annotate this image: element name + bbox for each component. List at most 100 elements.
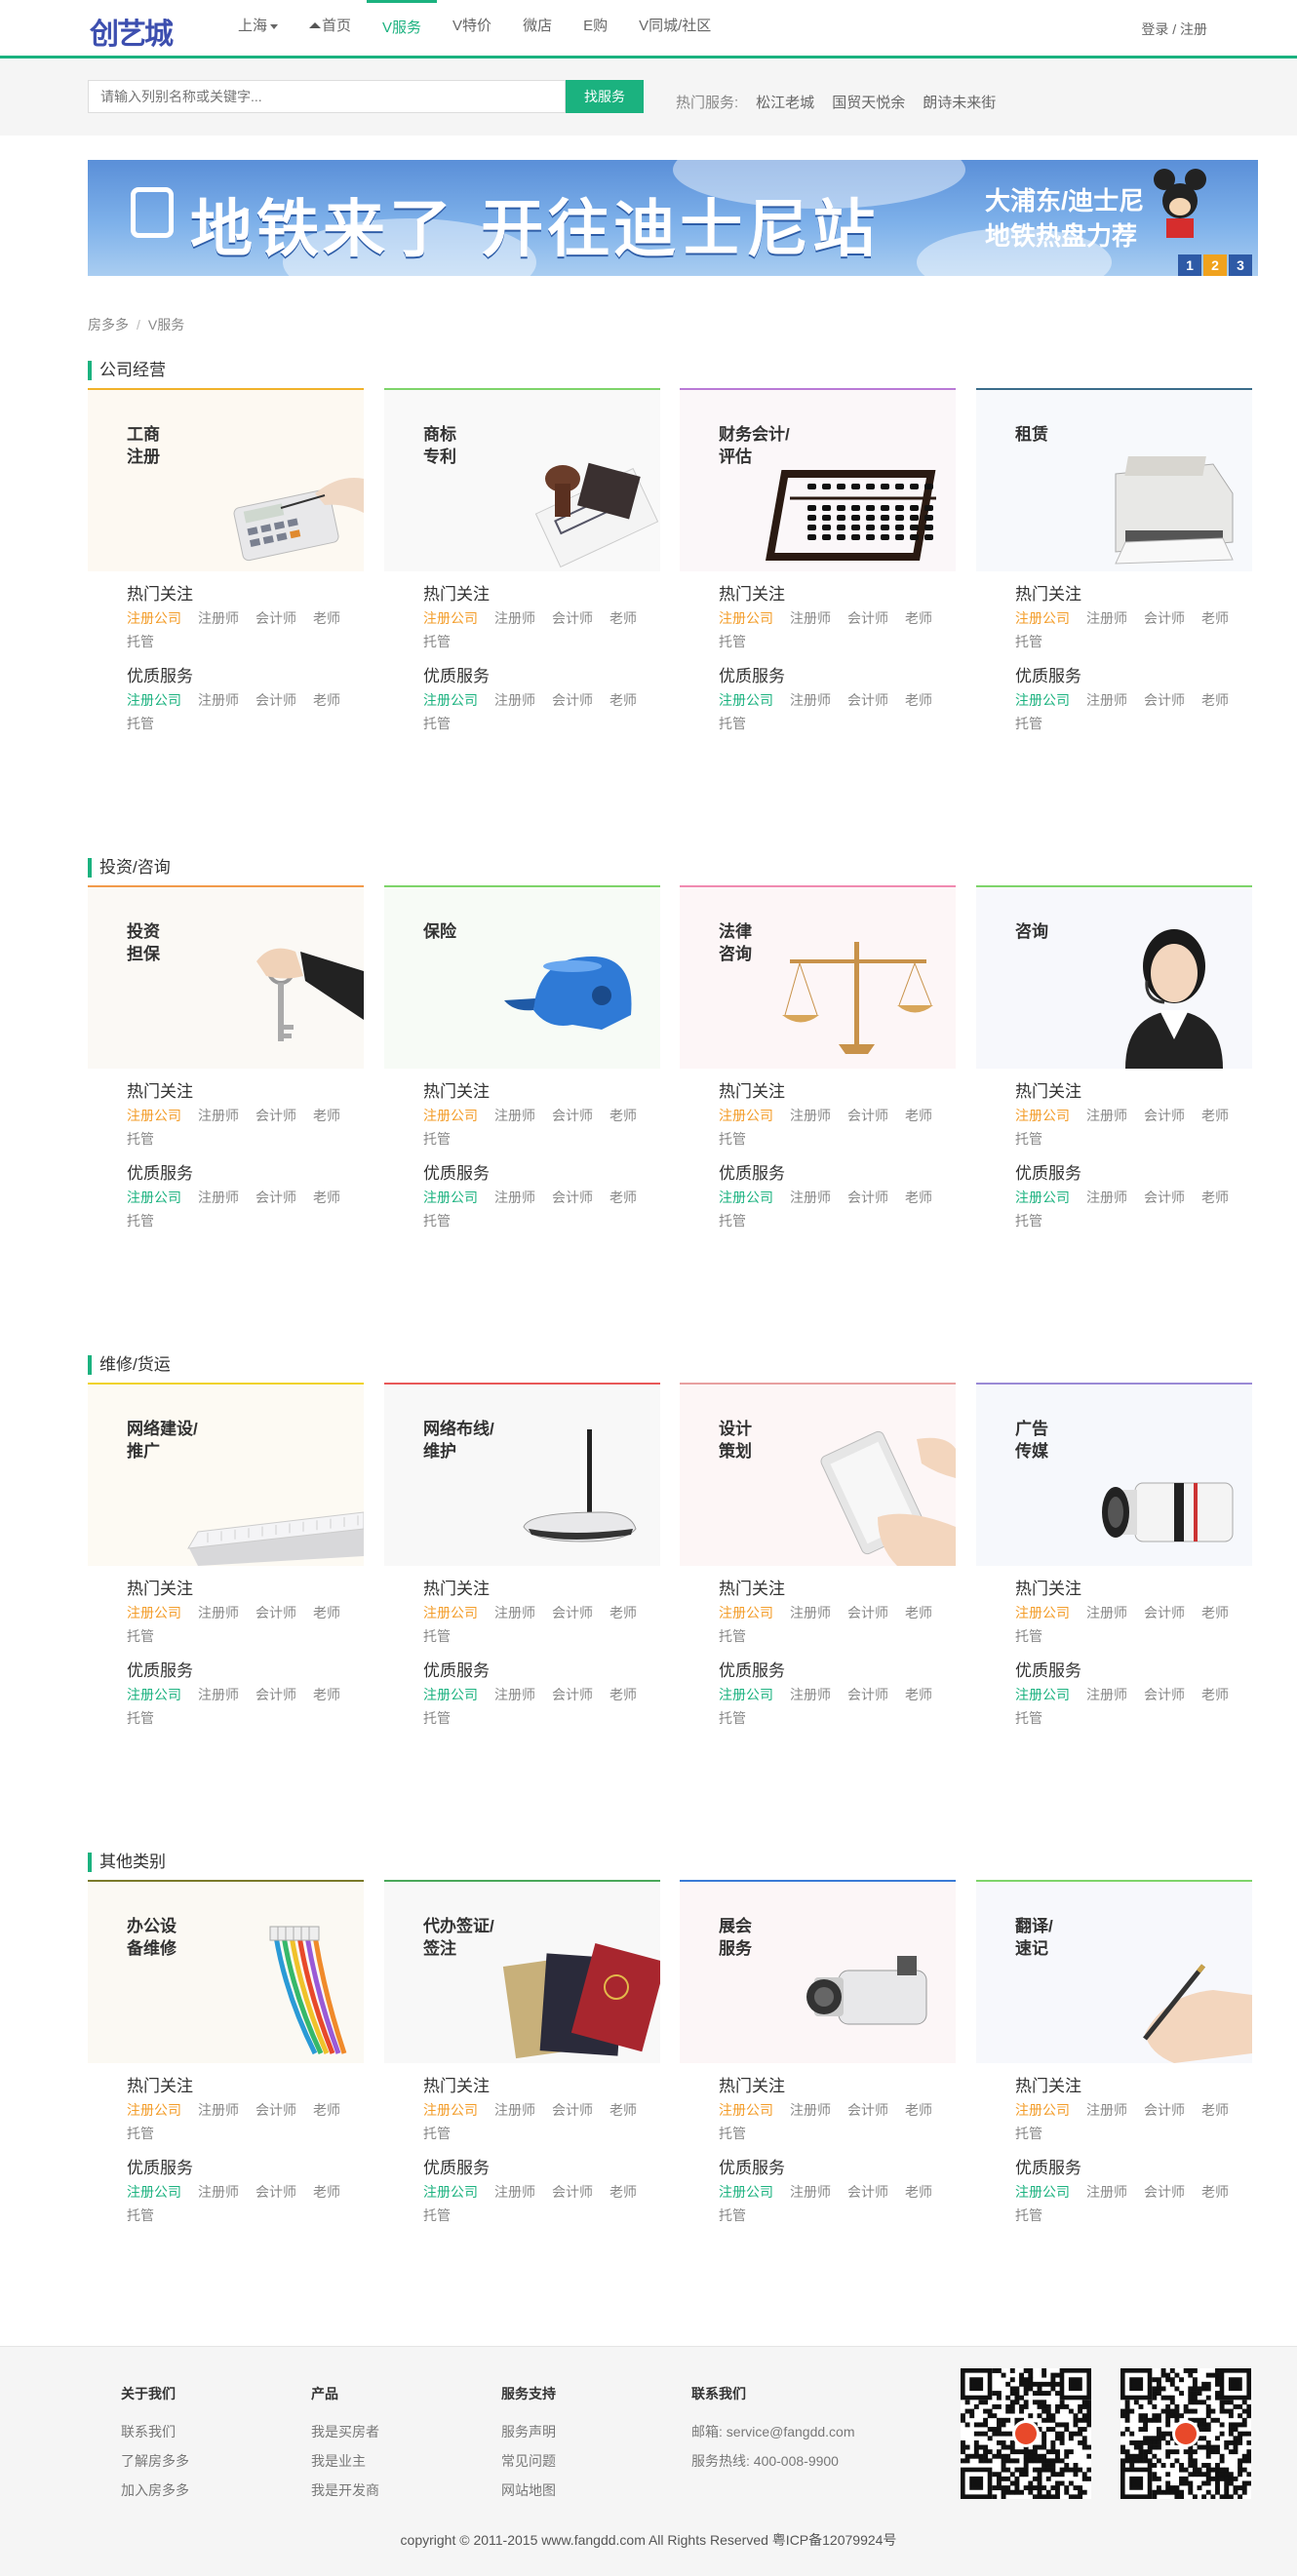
service-tag-link[interactable]: 注册公司 <box>127 1186 181 1209</box>
service-tag-link[interactable]: 注册师 <box>198 1104 239 1127</box>
service-tag-link[interactable]: 老师 <box>609 1683 637 1706</box>
service-tag-link[interactable]: 老师 <box>905 2098 932 2122</box>
service-tag-link[interactable]: 托管 <box>423 712 451 735</box>
service-tag-link[interactable]: 注册公司 <box>719 1186 773 1209</box>
service-tag-link[interactable]: 老师 <box>1201 1186 1229 1209</box>
service-tag-link[interactable]: 老师 <box>609 688 637 712</box>
service-tag-link[interactable]: 注册师 <box>790 1104 831 1127</box>
service-tag-link[interactable]: 托管 <box>1015 630 1042 653</box>
service-tag-link[interactable]: 会计师 <box>1144 688 1185 712</box>
service-tag-link[interactable]: 托管 <box>1015 2204 1042 2227</box>
service-tag-link[interactable]: 托管 <box>423 1127 451 1151</box>
service-tag-link[interactable]: 托管 <box>127 1127 154 1151</box>
service-tag-link[interactable]: 注册师 <box>1086 2180 1127 2204</box>
service-tag-link[interactable]: 会计师 <box>552 1683 593 1706</box>
service-tag-link[interactable]: 老师 <box>609 2098 637 2122</box>
service-tag-link[interactable]: 会计师 <box>847 2098 888 2122</box>
service-tag-link[interactable]: 注册公司 <box>1015 2180 1070 2204</box>
service-tag-link[interactable]: 托管 <box>127 1209 154 1232</box>
service-card[interactable]: 展会 服务 热门关注 注册公司 注册师 会计师 老师托管 优质服务 注册公司 注册师 会计师 老师托… <box>680 1880 956 2227</box>
banner-page[interactable]: 2 <box>1203 254 1227 276</box>
footer-link[interactable]: 网站地图 <box>501 2476 556 2505</box>
service-tag-link[interactable]: 注册公司 <box>423 688 478 712</box>
service-tag-link[interactable]: 注册公司 <box>1015 1683 1070 1706</box>
service-tag-link[interactable]: 托管 <box>1015 1706 1042 1730</box>
service-tag-link[interactable]: 会计师 <box>255 688 296 712</box>
hot-link[interactable]: 松江老城 <box>756 92 814 112</box>
service-tag-link[interactable]: 老师 <box>609 1104 637 1127</box>
service-tag-link[interactable]: 托管 <box>127 1624 154 1648</box>
banner-page[interactable]: 3 <box>1229 254 1252 276</box>
service-tag-link[interactable]: 注册公司 <box>1015 2098 1070 2122</box>
service-tag-link[interactable]: 会计师 <box>1144 1104 1185 1127</box>
service-tag-link[interactable]: 注册公司 <box>127 606 181 630</box>
service-tag-link[interactable]: 老师 <box>609 2180 637 2204</box>
service-tag-link[interactable]: 注册师 <box>1086 606 1127 630</box>
service-tag-link[interactable]: 会计师 <box>255 1186 296 1209</box>
service-tag-link[interactable]: 老师 <box>609 1601 637 1624</box>
service-tag-link[interactable]: 注册师 <box>494 2098 535 2122</box>
footer-link[interactable]: 服务声明 <box>501 2417 556 2446</box>
service-tag-link[interactable]: 注册师 <box>198 1683 239 1706</box>
service-tag-link[interactable]: 老师 <box>1201 1601 1229 1624</box>
service-tag-link[interactable]: 注册师 <box>1086 1683 1127 1706</box>
service-tag-link[interactable]: 注册公司 <box>719 2098 773 2122</box>
service-tag-link[interactable]: 会计师 <box>552 2098 593 2122</box>
service-tag-link[interactable]: 会计师 <box>255 2180 296 2204</box>
service-tag-link[interactable]: 会计师 <box>552 1601 593 1624</box>
service-tag-link[interactable]: 注册公司 <box>1015 1601 1070 1624</box>
service-card-image[interactable]: 工商 注册 <box>88 388 364 571</box>
service-tag-link[interactable]: 会计师 <box>255 1683 296 1706</box>
nav-community[interactable]: V同城/社区 <box>623 0 727 56</box>
login-register-link[interactable]: 登录 / 注册 <box>1141 20 1207 39</box>
service-tag-link[interactable]: 老师 <box>905 1601 932 1624</box>
service-tag-link[interactable]: 会计师 <box>255 1601 296 1624</box>
service-tag-link[interactable]: 注册公司 <box>1015 688 1070 712</box>
service-card[interactable]: 翻译/ 速记 热门关注 注册公司 注册师 会计师 老师托管 优质服务 注册公司 注册师 会计师 老师… <box>976 1880 1252 2227</box>
service-tag-link[interactable]: 托管 <box>423 630 451 653</box>
service-tag-link[interactable]: 会计师 <box>1144 1601 1185 1624</box>
service-tag-link[interactable]: 会计师 <box>255 2098 296 2122</box>
service-card-image[interactable]: 设计 策划 <box>680 1383 956 1566</box>
service-tag-link[interactable]: 注册师 <box>494 1186 535 1209</box>
service-tag-link[interactable]: 注册公司 <box>1015 1104 1070 1127</box>
service-tag-link[interactable]: 会计师 <box>847 2180 888 2204</box>
service-tag-link[interactable]: 会计师 <box>552 606 593 630</box>
service-tag-link[interactable]: 老师 <box>313 2180 340 2204</box>
service-tag-link[interactable]: 注册师 <box>1086 1104 1127 1127</box>
service-card[interactable]: 投资 担保 热门关注 注册公司 注册师 会计师 老师托管 优质服务 注册公司 注册师 会计师 老师托… <box>88 885 364 1232</box>
service-tag-link[interactable]: 老师 <box>313 1601 340 1624</box>
service-tag-link[interactable]: 注册师 <box>494 2180 535 2204</box>
hot-link[interactable]: 朗诗未来街 <box>923 92 996 112</box>
service-card-image[interactable]: 法律 咨询 <box>680 885 956 1069</box>
service-tag-link[interactable]: 会计师 <box>255 606 296 630</box>
nav-e-buy[interactable]: E购 <box>568 0 623 56</box>
service-tag-link[interactable]: 注册公司 <box>719 1601 773 1624</box>
breadcrumb-home[interactable]: 房多多 <box>88 317 129 332</box>
service-tag-link[interactable]: 注册师 <box>790 606 831 630</box>
service-tag-link[interactable]: 会计师 <box>1144 2180 1185 2204</box>
footer-link[interactable]: 我是买房者 <box>311 2417 379 2446</box>
service-tag-link[interactable]: 托管 <box>1015 1209 1042 1232</box>
service-tag-link[interactable]: 老师 <box>905 2180 932 2204</box>
service-card-image[interactable]: 广告 传媒 <box>976 1383 1252 1566</box>
service-card[interactable]: 保险 热门关注 注册公司 注册师 会计师 老师托管 优质服务 注册公司 注册师 会计师 老师托管 <box>384 885 660 1232</box>
service-tag-link[interactable]: 托管 <box>719 1127 746 1151</box>
service-tag-link[interactable]: 注册公司 <box>423 1104 478 1127</box>
service-tag-link[interactable]: 注册公司 <box>423 606 478 630</box>
service-tag-link[interactable]: 会计师 <box>847 688 888 712</box>
service-tag-link[interactable]: 注册公司 <box>1015 606 1070 630</box>
service-tag-link[interactable]: 托管 <box>423 2204 451 2227</box>
service-tag-link[interactable]: 注册公司 <box>719 688 773 712</box>
nav-micro-store[interactable]: 微店 <box>507 0 568 56</box>
service-tag-link[interactable]: 会计师 <box>552 1104 593 1127</box>
service-tag-link[interactable]: 注册师 <box>198 2098 239 2122</box>
service-tag-link[interactable]: 会计师 <box>1144 1683 1185 1706</box>
service-tag-link[interactable]: 老师 <box>1201 2180 1229 2204</box>
service-card[interactable]: 办公设 备维修 热门关注 注册公司 注册师 会计师 老师托管 优质服务 注册公司 注册师 会计师老… <box>88 1880 364 2227</box>
banner-page[interactable]: 1 <box>1178 254 1201 276</box>
service-tag-link[interactable]: 注册公司 <box>1015 1186 1070 1209</box>
service-card-image[interactable]: 咨询 <box>976 885 1252 1069</box>
service-tag-link[interactable]: 老师 <box>905 606 932 630</box>
service-tag-link[interactable]: 老师 <box>905 1104 932 1127</box>
